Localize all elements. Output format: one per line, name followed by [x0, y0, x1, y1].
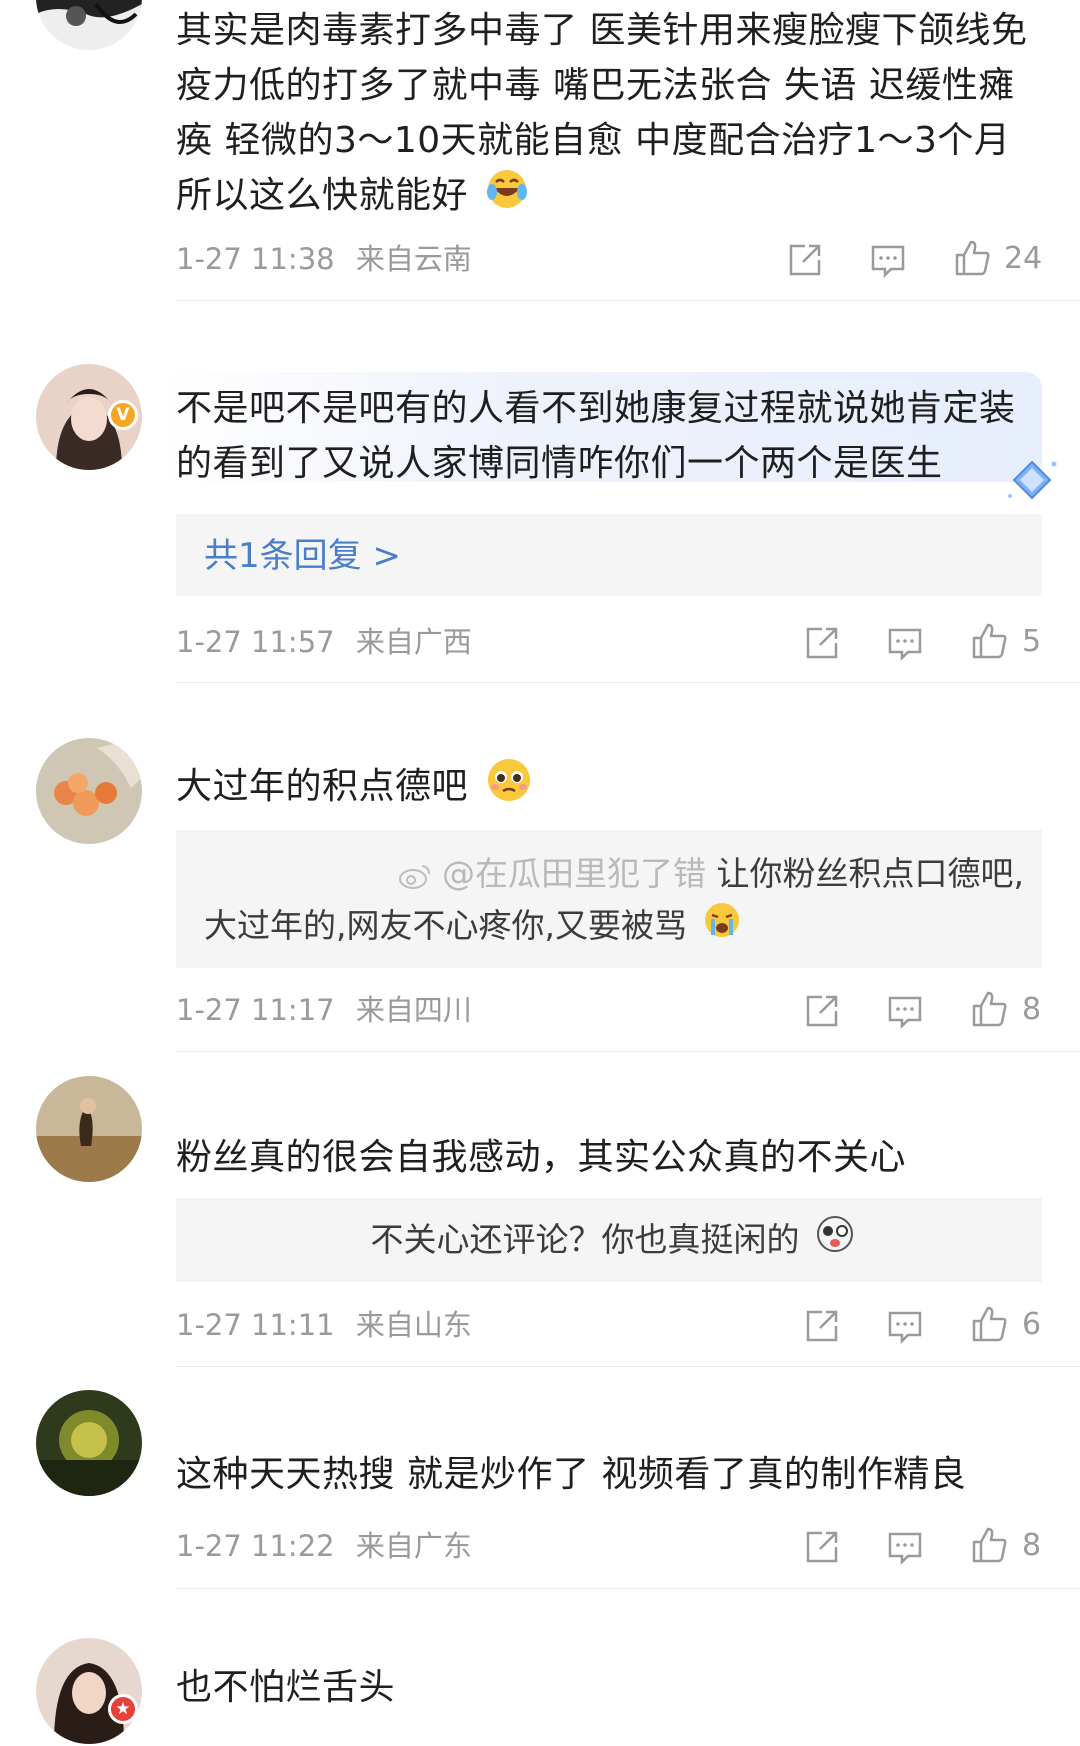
avatar[interactable]: [36, 1076, 142, 1182]
comment-meta: 1-27 11:17 来自四川: [176, 993, 484, 1027]
comment-meta: 1-27 11:38 来自云南: [176, 242, 484, 276]
dizzy-face-emoji: [816, 1215, 854, 1268]
like-icon[interactable]: [969, 1304, 1009, 1344]
comment-location: 来自山东: [355, 1308, 472, 1342]
divider: [176, 1366, 1080, 1367]
share-icon[interactable]: [785, 240, 825, 280]
like-icon[interactable]: [952, 238, 992, 278]
comment-text: 大过年的积点德吧: [176, 757, 1036, 819]
like-count: 5: [1022, 624, 1042, 659]
avatar[interactable]: [36, 738, 142, 844]
crying-emoji: [703, 901, 741, 954]
comment-meta: 1-27 11:57 来自广西: [176, 625, 484, 659]
divider: [176, 1588, 1080, 1589]
avatar[interactable]: [36, 1638, 142, 1744]
weibo-logo-icon: [398, 864, 430, 889]
share-icon[interactable]: [802, 1306, 842, 1346]
comment-location: 来自云南: [355, 242, 472, 276]
laugh-cry-emoji: [486, 168, 528, 226]
vip-badge-icon: V: [108, 400, 138, 430]
divider: [176, 682, 1080, 683]
quoted-reply: @在瓜田里犯了错 让你粉丝积点口德吧, 大过年的,网友不心疼你,又要被骂: [204, 848, 1024, 954]
comment-date: 1-27 11:22: [176, 1529, 335, 1563]
comment-location: 来自广东: [355, 1529, 472, 1563]
like-icon[interactable]: [969, 621, 1009, 661]
comment-meta: 1-27 11:22 来自广东: [176, 1529, 484, 1563]
divider: [176, 300, 1080, 301]
comment-text: 这种天天热搜 就是炒作了 视频看了真的制作精良: [176, 1454, 967, 1495]
comment-feed: 其实是肉毒素打多中毒了 医美针用来瘦脸瘦下颌线免疫力低的打多了就中毒 嘴巴无法张…: [0, 0, 1080, 1746]
red-badge-icon: ★: [108, 1694, 138, 1724]
comment-meta: 1-27 11:11 来自山东: [176, 1308, 484, 1342]
comment-date: 1-27 11:57: [176, 625, 335, 659]
like-icon[interactable]: [969, 989, 1009, 1029]
comment-location: 来自四川: [355, 993, 472, 1027]
like-count: 6: [1022, 1307, 1042, 1342]
share-icon[interactable]: [802, 1527, 842, 1567]
comment-text: 粉丝真的很会自我感动，其实公众真的不关心: [176, 1137, 907, 1178]
share-icon[interactable]: [802, 623, 842, 663]
share-icon[interactable]: [802, 991, 842, 1031]
comment-icon[interactable]: [868, 240, 908, 280]
comment-icon[interactable]: [885, 623, 925, 663]
like-count: 8: [1022, 992, 1042, 1027]
like-count: 8: [1022, 1528, 1042, 1563]
divider: [176, 1051, 1080, 1052]
comment-location: 来自广西: [355, 625, 472, 659]
comment-date: 1-27 11:38: [176, 242, 335, 276]
avatar[interactable]: [36, 1390, 142, 1496]
comment-icon[interactable]: [885, 1306, 925, 1346]
avatar[interactable]: [36, 0, 142, 50]
comment-icon[interactable]: [885, 991, 925, 1031]
quoted-reply: 不关心还评论？你也真挺闲的: [204, 1214, 854, 1268]
comment-text: 也不怕烂舌头: [176, 1667, 396, 1708]
like-icon[interactable]: [969, 1525, 1009, 1565]
view-replies-link[interactable]: 共1条回复 >: [204, 536, 401, 576]
comment-text: 不是吧不是吧有的人看不到她康复过程就说她肯定装的看到了又说人家博同情咋你们一个两…: [176, 388, 1016, 484]
weibo-watermark: @在瓜田里犯了错: [398, 854, 717, 893]
pleading-emoji: [486, 757, 532, 819]
comment-date: 1-27 11:11: [176, 1308, 335, 1342]
comment-text: 其实是肉毒素打多中毒了 医美针用来瘦脸瘦下颌线免疫力低的打多了就中毒 嘴巴无法张…: [176, 3, 1036, 226]
like-count: 24: [1004, 241, 1043, 276]
comment-icon[interactable]: [885, 1527, 925, 1567]
comment-date: 1-27 11:17: [176, 993, 335, 1027]
